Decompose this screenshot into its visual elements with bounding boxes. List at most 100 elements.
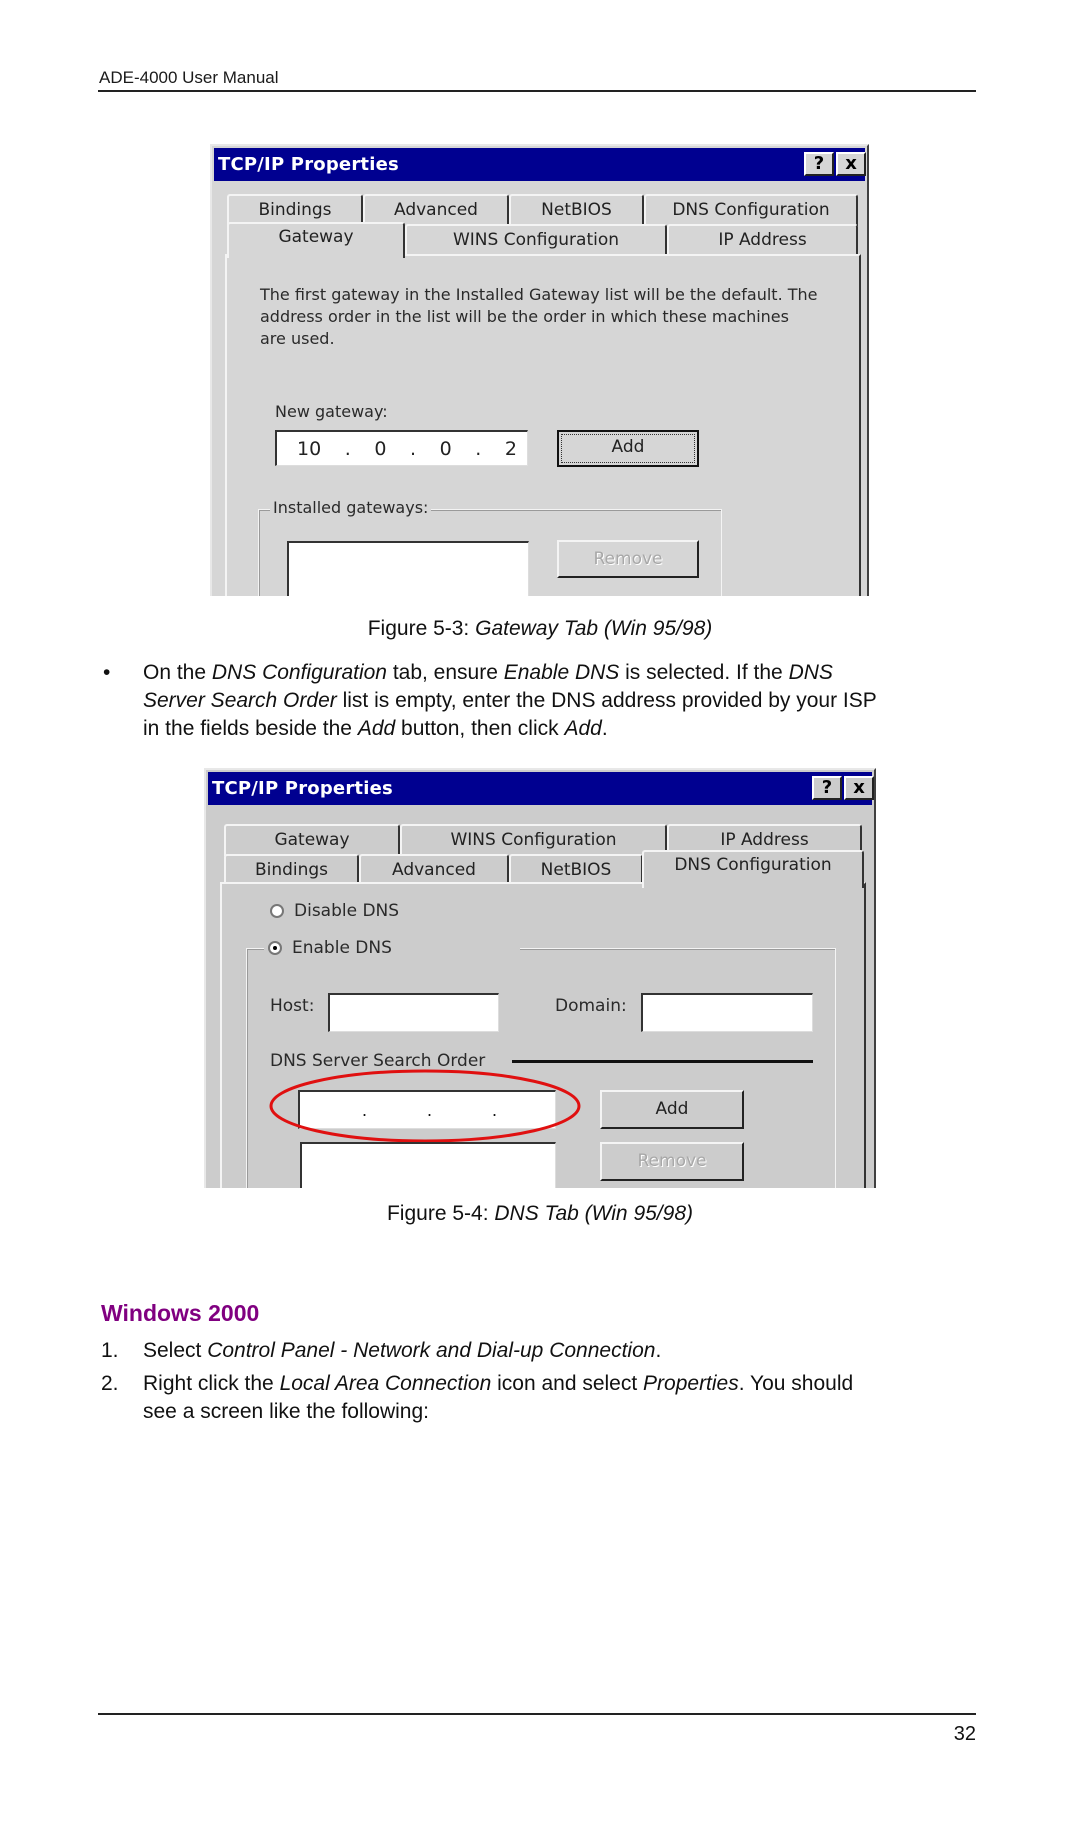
document-header-title: ADE-4000 User Manual bbox=[99, 68, 279, 87]
installed-gateways-list[interactable] bbox=[287, 541, 529, 596]
add-gateway-button[interactable]: Add bbox=[557, 430, 699, 467]
italic-term: Control Panel - Network and Dial-up Conn… bbox=[207, 1339, 656, 1362]
ip-octet-2: 0 bbox=[374, 438, 387, 460]
add-dns-button[interactable]: Add bbox=[600, 1090, 744, 1129]
caption-prefix: Figure 5-4: bbox=[386, 1202, 495, 1225]
red-highlight-ellipse bbox=[269, 1069, 581, 1143]
new-gateway-label-text: New gateway: bbox=[275, 402, 388, 421]
tab-dns-configuration-active[interactable]: DNS Configuration bbox=[642, 850, 864, 888]
remove-dns-button[interactable]: Remove bbox=[600, 1142, 744, 1181]
text-run: On the bbox=[143, 661, 212, 684]
dialog-titlebar: TCP/IP Properties ? x bbox=[208, 772, 874, 805]
tab-netbios[interactable]: NetBIOS bbox=[509, 854, 643, 884]
step-1-text: Select Control Panel - Network and Dial-… bbox=[143, 1337, 983, 1365]
footer-rule bbox=[98, 1713, 976, 1715]
close-button[interactable]: x bbox=[836, 152, 866, 176]
tab-advanced[interactable]: Advanced bbox=[359, 854, 509, 884]
figure-5-4-dialog: TCP/IP Properties ? x Gateway WINS Confi… bbox=[204, 768, 876, 1188]
tab-gateway[interactable]: Gateway bbox=[224, 824, 400, 856]
host-input[interactable] bbox=[328, 993, 499, 1032]
text-run: tab, ensure bbox=[386, 661, 504, 684]
figure-5-4-caption: Figure 5-4: DNS Tab (Win 95/98) bbox=[0, 1202, 1080, 1226]
tab-label: Gateway bbox=[278, 227, 354, 247]
tab-label: WINS Configuration bbox=[452, 230, 620, 250]
close-button[interactable]: x bbox=[844, 776, 874, 800]
remove-button-label: Remove bbox=[593, 549, 663, 569]
help-button[interactable]: ? bbox=[812, 776, 842, 800]
text-run: . bbox=[601, 717, 608, 740]
text-run: in the fields beside the bbox=[143, 717, 358, 740]
tab-label: DNS Configuration bbox=[672, 200, 830, 220]
italic-term: DNS bbox=[788, 661, 833, 684]
help-icon: ? bbox=[821, 777, 833, 798]
caption-title: DNS Tab (Win 95/98) bbox=[494, 1202, 693, 1225]
description-line: The first gateway in the Installed Gatew… bbox=[260, 285, 818, 304]
dns-server-list[interactable] bbox=[300, 1142, 556, 1188]
bullet-symbol: • bbox=[103, 661, 111, 684]
tab-label: DNS Configuration bbox=[674, 855, 832, 875]
tab-label: Gateway bbox=[274, 830, 350, 850]
remove-button-label: Remove bbox=[637, 1151, 707, 1171]
dialog-titlebar: TCP/IP Properties ? x bbox=[214, 148, 866, 181]
text-line: Select Control Panel - Network and Dial-… bbox=[143, 1337, 983, 1365]
italic-term: Add bbox=[564, 717, 602, 740]
italic-term: Add bbox=[357, 717, 396, 740]
tab-wins-configuration[interactable]: WINS Configuration bbox=[400, 824, 667, 856]
disable-dns-radio[interactable] bbox=[270, 904, 284, 918]
new-gateway-ip-field[interactable]: 10. 0. 0. 2 bbox=[275, 430, 528, 466]
tab-ip-address[interactable]: IP Address bbox=[667, 224, 858, 254]
ip-octet-4: 2 bbox=[504, 438, 517, 460]
italic-term: DNS Configuration bbox=[211, 661, 387, 684]
text-run: icon and select bbox=[491, 1372, 644, 1395]
disable-dns-label: Disable DNS bbox=[294, 901, 400, 921]
remove-gateway-button[interactable]: Remove bbox=[557, 540, 699, 578]
help-icon: ? bbox=[813, 153, 825, 174]
text-run: see a screen like the following: bbox=[143, 1400, 429, 1423]
installed-gateways-label: Installed gateways: bbox=[270, 498, 432, 517]
close-icon: x bbox=[853, 777, 865, 798]
tab-dns-configuration[interactable]: DNS Configuration bbox=[644, 194, 858, 226]
step-2-text: Right click the Local Area Connection ic… bbox=[143, 1370, 983, 1426]
italic-term: Local Area Connection bbox=[279, 1372, 492, 1395]
text-line: see a screen like the following: bbox=[143, 1398, 983, 1426]
tab-label: IP Address bbox=[720, 830, 809, 850]
tab-label: NetBIOS bbox=[541, 200, 612, 220]
highlight-ellipse-shape bbox=[269, 1069, 581, 1143]
dialog-title: TCP/IP Properties bbox=[212, 778, 393, 799]
text-line: On the DNS Configuration tab, ensure Ena… bbox=[143, 659, 983, 687]
enable-dns-radio[interactable] bbox=[268, 941, 282, 955]
text-run: is selected. If the bbox=[619, 661, 789, 684]
add-button-label: Add bbox=[655, 1099, 689, 1119]
tab-label: WINS Configuration bbox=[450, 830, 617, 850]
search-order-rule bbox=[512, 1060, 813, 1063]
step-2-number: 2. bbox=[101, 1372, 119, 1395]
tab-gateway-active[interactable]: Gateway bbox=[227, 222, 405, 258]
ip-dot: . bbox=[410, 438, 417, 460]
caption-title: Gateway Tab (Win 95/98) bbox=[475, 617, 713, 640]
enable-dns-label: Enable DNS bbox=[292, 938, 392, 958]
section-heading-text: Windows 2000 bbox=[101, 1300, 260, 1326]
tab-netbios[interactable]: NetBIOS bbox=[509, 194, 644, 226]
text-run: button, then click bbox=[395, 717, 565, 740]
tab-label: Bindings bbox=[254, 860, 329, 880]
text-run: Right click the bbox=[143, 1372, 280, 1395]
description-line: are used. bbox=[260, 329, 335, 348]
dialog-title: TCP/IP Properties bbox=[218, 154, 399, 175]
tab-wins-configuration[interactable]: WINS Configuration bbox=[405, 224, 667, 254]
figure-5-3-dialog: TCP/IP Properties ? x Bindings Advanced … bbox=[210, 144, 869, 596]
tab-label: Advanced bbox=[392, 860, 476, 880]
italic-term: Properties bbox=[643, 1372, 739, 1395]
description-line: address order in the list will be the or… bbox=[260, 307, 789, 326]
new-gateway-label: New gateway: bbox=[275, 402, 388, 421]
gateway-description: The first gateway in the Installed Gatew… bbox=[260, 284, 818, 350]
tab-label: IP Address bbox=[718, 230, 807, 250]
text-run: Select bbox=[143, 1339, 208, 1362]
text-line: Right click the Local Area Connection ic… bbox=[143, 1370, 983, 1398]
host-label: Host: bbox=[270, 996, 315, 1016]
help-button[interactable]: ? bbox=[804, 152, 834, 176]
caption-prefix: Figure 5-3: bbox=[367, 617, 476, 640]
domain-input[interactable] bbox=[641, 993, 813, 1032]
tab-bindings[interactable]: Bindings bbox=[224, 854, 359, 884]
figure-5-3-caption: Figure 5-3: Gateway Tab (Win 95/98) bbox=[0, 617, 1080, 641]
bullet-paragraph: On the DNS Configuration tab, ensure Ena… bbox=[143, 659, 983, 743]
